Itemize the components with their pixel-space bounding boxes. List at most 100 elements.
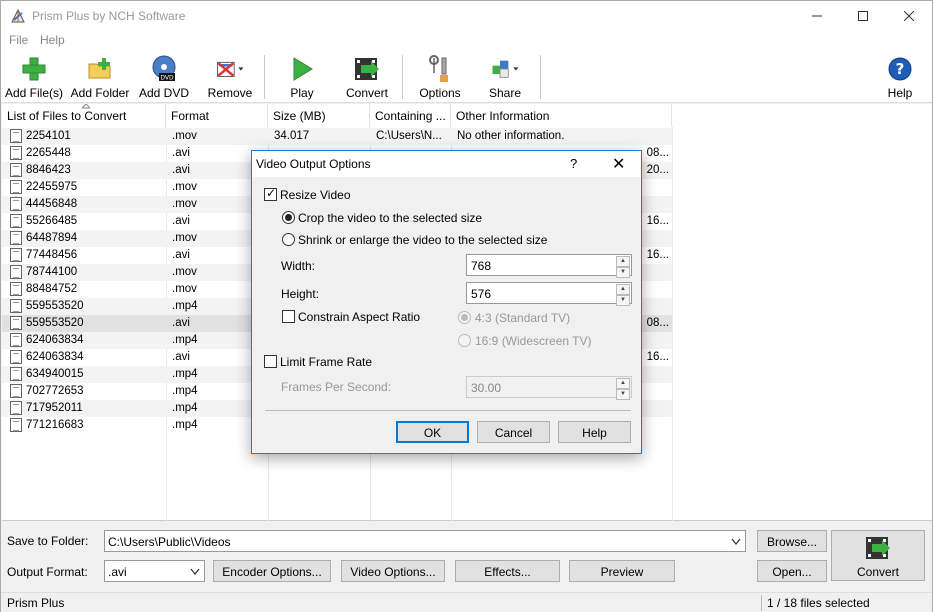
convert-button[interactable]: Convert <box>831 530 925 581</box>
shrink-enlarge-label: Shrink or enlarge the video to the selec… <box>298 233 548 247</box>
options-icon <box>429 55 448 82</box>
dialog-title: Video Output Options <box>256 157 371 171</box>
ratio-16-9-radio[interactable] <box>458 334 471 347</box>
video-file-icon <box>10 248 22 262</box>
ratio-4-3-radio[interactable] <box>458 311 471 324</box>
remove-label: Remove <box>207 86 253 100</box>
app-window: Prism Plus by NCH Software File Help Add… <box>0 0 933 612</box>
toolbar-separator <box>402 55 403 99</box>
sort-arrow-icon <box>82 104 90 109</box>
window-title: Prism Plus by NCH Software <box>32 9 186 23</box>
effects-button[interactable]: Effects... <box>455 560 560 582</box>
video-file-icon <box>10 384 22 398</box>
video-file-icon <box>10 214 22 228</box>
preview-button[interactable]: Preview <box>569 560 675 582</box>
video-file-icon <box>10 180 22 194</box>
crop-radio[interactable] <box>282 211 295 224</box>
constrain-aspect-checkbox[interactable] <box>282 310 295 323</box>
video-file-icon <box>10 197 22 211</box>
limit-frame-rate-label: Limit Frame Rate <box>280 355 373 369</box>
video-options-button[interactable]: Video Options... <box>341 560 445 582</box>
cell-name: 8846423 <box>26 164 71 176</box>
encoder-options-button[interactable]: Encoder Options... <box>213 560 331 582</box>
height-label: Height: <box>281 287 320 301</box>
help-icon: ? <box>888 57 912 81</box>
chevron-down-icon <box>731 538 741 546</box>
cell-size: 34.017 <box>274 130 310 142</box>
close-icon <box>904 11 914 21</box>
shrink-enlarge-radio[interactable] <box>282 233 295 246</box>
cancel-button[interactable]: Cancel <box>477 421 550 443</box>
chevron-down-icon <box>190 568 200 576</box>
video-output-options-dialog: Video Output Options ? ✕ Resize Video Cr… <box>251 150 642 454</box>
cell-name: 2265448 <box>26 147 71 159</box>
dialog-help-button[interactable]: ? <box>570 156 577 171</box>
menu-file[interactable]: File <box>9 33 28 47</box>
minimize-button[interactable] <box>794 1 840 31</box>
video-file-icon <box>10 129 22 143</box>
video-file-icon <box>10 146 22 160</box>
cell-name: 44456848 <box>26 198 78 210</box>
dialog-help-action-button[interactable]: Help <box>558 421 631 443</box>
status-bar: Prism Plus 1 / 18 files selected <box>1 592 932 612</box>
open-button[interactable]: Open... <box>757 560 827 582</box>
folder-add-icon <box>88 58 111 79</box>
share-button[interactable]: Share <box>485 55 525 101</box>
convert-icon <box>866 537 890 559</box>
ok-button[interactable]: OK <box>396 421 469 443</box>
column-header-info[interactable]: Other Information <box>451 104 672 127</box>
close-window-button[interactable] <box>886 1 932 31</box>
toolbar: Add File(s) Add Folder DVD Add DVD Remov… <box>1 51 932 103</box>
status-app-name: Prism Plus <box>7 596 65 610</box>
status-divider <box>761 595 762 611</box>
output-format-select[interactable]: .avi <box>104 560 205 582</box>
options-button[interactable]: Options <box>417 55 463 101</box>
remove-button[interactable]: Remove <box>205 55 255 101</box>
remove-icon <box>217 61 244 77</box>
height-spinner[interactable]: 576 ▲ ▼ <box>466 282 632 306</box>
options-label: Options <box>419 86 461 100</box>
add-files-button[interactable]: Add File(s) <box>5 55 63 101</box>
width-spinner[interactable]: 768 ▲ ▼ <box>466 254 632 278</box>
resize-video-checkbox[interactable] <box>264 186 277 201</box>
browse-button[interactable]: Browse... <box>757 530 827 552</box>
fps-stepper[interactable]: ▲ ▼ <box>616 378 630 400</box>
cell-name: 22455975 <box>26 181 78 193</box>
cell-format: .mov <box>172 130 197 142</box>
width-stepper[interactable]: ▲ ▼ <box>616 256 630 278</box>
menu-bar: File Help <box>1 31 932 51</box>
convert-toolbar-label: Convert <box>345 86 389 100</box>
height-stepper[interactable]: ▲ ▼ <box>616 284 630 306</box>
column-header-size[interactable]: Size (MB) <box>268 104 370 127</box>
constrain-aspect-label: Constrain Aspect Ratio <box>298 310 421 324</box>
width-label: Width: <box>281 259 316 273</box>
add-dvd-button[interactable]: DVD Add DVD <box>138 55 190 101</box>
video-file-icon <box>10 401 22 415</box>
cell-name: 2254101 <box>26 130 71 142</box>
limit-frame-rate-checkbox[interactable] <box>264 355 277 368</box>
toolbar-separator <box>540 55 541 99</box>
video-file-icon <box>10 367 22 381</box>
table-row[interactable]: 2254101 .mov 34.017 C:\Users\N... No other i… <box>2 128 672 145</box>
cell-info: No other information. <box>457 130 565 142</box>
column-divider <box>672 127 673 521</box>
fps-spinner[interactable]: 30.00 ▲ ▼ <box>466 376 632 400</box>
cell-name: 559553520 <box>26 300 84 312</box>
cell-name: 771216683 <box>26 419 84 431</box>
column-header-folder[interactable]: Containing ... <box>370 104 451 127</box>
play-button[interactable]: Play <box>285 55 319 101</box>
convert-icon <box>355 58 379 80</box>
dialog-close-button[interactable]: ✕ <box>612 154 625 174</box>
save-folder-input[interactable]: C:\Users\Public\Videos <box>104 530 746 552</box>
help-toolbar-button[interactable]: ? Help <box>883 55 917 101</box>
fps-label: Frames Per Second: <box>281 380 392 394</box>
menu-help[interactable]: Help <box>40 33 65 47</box>
share-icon <box>492 60 519 78</box>
add-folder-button[interactable]: Add Folder <box>69 55 131 101</box>
video-file-icon <box>10 350 22 364</box>
maximize-button[interactable] <box>840 1 886 31</box>
title-bar: Prism Plus by NCH Software <box>1 1 932 31</box>
column-header-format[interactable]: Format <box>166 104 268 127</box>
video-file-icon <box>10 333 22 347</box>
convert-toolbar-button[interactable]: Convert <box>343 55 391 101</box>
